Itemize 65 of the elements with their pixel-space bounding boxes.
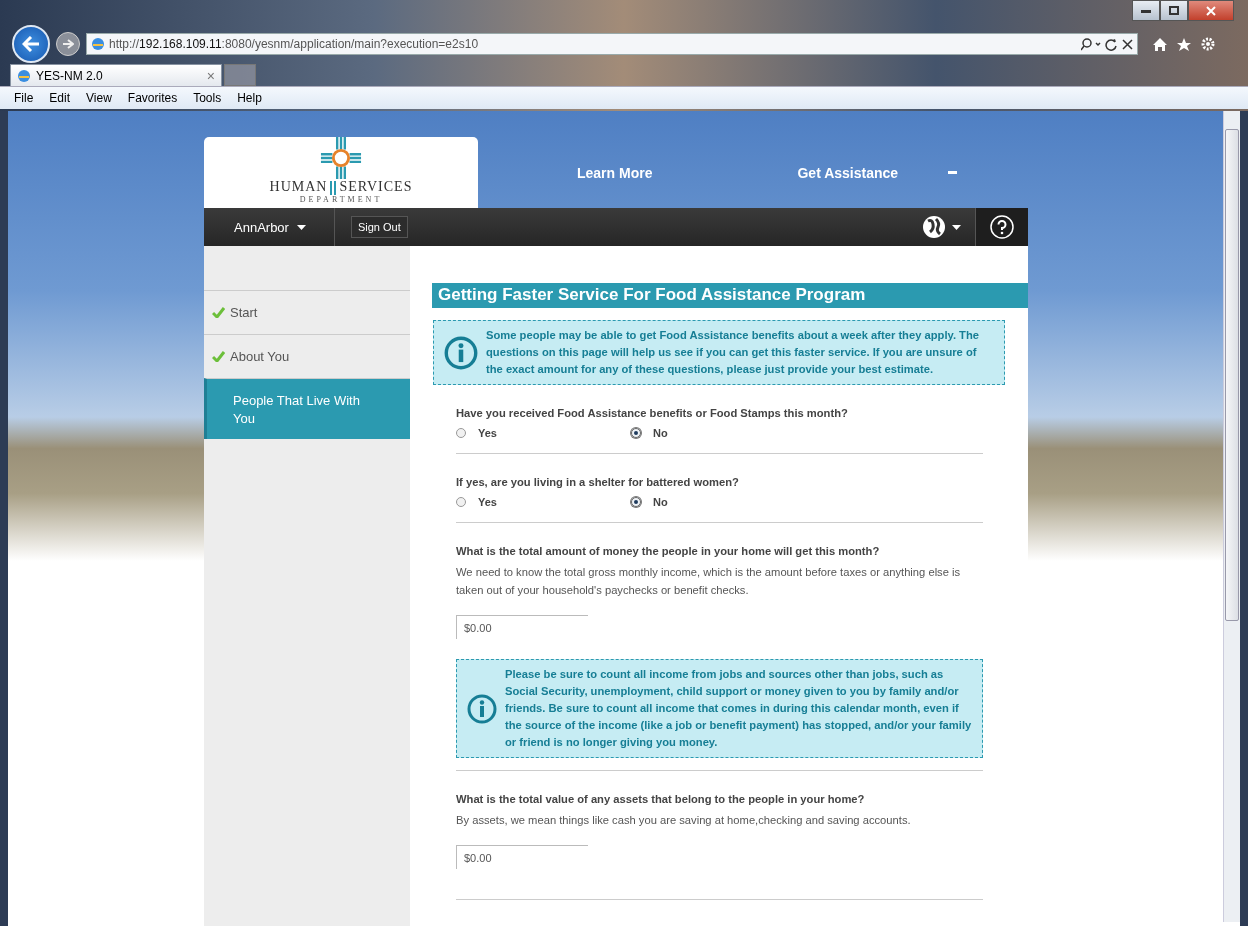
browser-tab[interactable]: YES-NM 2.0 × [10, 64, 222, 86]
caret-icon [296, 224, 306, 230]
logo-mark-icon [329, 181, 338, 195]
info-icon [444, 335, 478, 370]
star-icon[interactable] [1176, 36, 1192, 52]
menu-item[interactable]: Edit [49, 91, 71, 105]
radio-button[interactable] [456, 428, 466, 438]
menu-item[interactable]: File [14, 91, 34, 105]
question-description: By assets, we mean things like cash you are saving at home,checking and saving accounts. [456, 813, 912, 828]
tab-title: YES-NM 2.0 [36, 68, 104, 83]
close-icon [1206, 5, 1216, 16]
info-icon [467, 693, 497, 724]
amount-field[interactable]: $0.00 [456, 615, 588, 639]
minimize-button[interactable] [1132, 0, 1160, 21]
tab-close-button[interactable]: × [206, 67, 215, 84]
page-globe-icon [91, 37, 105, 51]
caret-icon [952, 224, 961, 230]
radio-label[interactable]: No [653, 496, 668, 508]
radio-label[interactable]: Yes [478, 427, 497, 439]
menu-item[interactable]: View [86, 91, 112, 105]
question-text: What is the total amount of money the people in your home will get this month? [456, 545, 881, 557]
forward-button[interactable] [56, 32, 80, 56]
menu-item[interactable]: Favorites [127, 91, 178, 105]
question-description: We need to know the total gross monthly income, which is the amount before taxes or anything else is taken out of your household's paychecks or benefit checks. [456, 565, 962, 598]
help-button[interactable] [975, 208, 1028, 246]
search-icon[interactable] [1081, 37, 1101, 51]
refresh-icon[interactable] [1105, 37, 1118, 51]
language-menu[interactable] [922, 215, 961, 239]
maximize-icon [1169, 6, 1179, 15]
forward-arrow-icon [62, 39, 74, 49]
logo-text: SERVICES [339, 179, 413, 195]
menu-item[interactable]: Tools [193, 91, 222, 105]
minimize-icon [1141, 8, 1151, 13]
help-icon [990, 215, 1014, 239]
settings-icon[interactable] [1200, 36, 1216, 52]
radio-label[interactable]: No [653, 427, 668, 439]
globe-icon [922, 215, 946, 239]
close-button[interactable] [1188, 0, 1234, 21]
maximize-button[interactable] [1160, 0, 1188, 21]
menu-item[interactable]: Help [237, 91, 262, 105]
scrollbar[interactable] [1223, 111, 1240, 922]
back-button[interactable] [12, 25, 50, 63]
user-menu[interactable]: AnnArbor [234, 219, 306, 235]
info-text: Some people may be able to get Food Assistance benefits about a week after they apply. The questions on this page will help us see if you can get this faster service. If you are unsure of the exact amount for any of these questions, please just provide your best estimate. [486, 328, 980, 377]
page-globe-icon [17, 68, 31, 83]
radio-label[interactable]: Yes [478, 496, 497, 508]
address-bar[interactable]: http://192.168.109.11:8080/yesnm/application/main?execution=e2s10 [86, 33, 1138, 55]
info-text: Please be sure to count all income from jobs and sources other than jobs, such as Social Security, unemployment, child support or money given to you by family and/or friends. Be sure to count all income that comes in during this calendar month, even if the source of the income (like a job or benefit payment) has stopped, and/or your family or friend is no longer giving you money. [505, 667, 973, 750]
address-url: http://192.168.109.11:8080/yesnm/application/main?execution=e2s10 [109, 37, 480, 51]
question-text: What is the total value of any assets that belong to the people in your home? [456, 793, 866, 805]
section-title: Getting Faster Service For Food Assistance Program [432, 283, 1028, 308]
back-arrow-icon [22, 36, 40, 52]
amount-field[interactable]: $0.00 [456, 845, 588, 869]
logo-subtitle: DEPARTMENT [299, 195, 383, 204]
home-icon[interactable] [1152, 36, 1168, 52]
scrollbar-thumb[interactable] [1225, 129, 1239, 621]
sign-out-button[interactable]: Sign Out [350, 216, 408, 238]
menu-dash-icon[interactable] [948, 171, 958, 174]
nav-link[interactable]: Learn More [577, 164, 653, 181]
question-text: If yes, are you living in a shelter for battered women? [456, 476, 740, 488]
stop-icon[interactable] [1122, 38, 1133, 50]
radio-button[interactable] [456, 497, 466, 507]
question-text: Have you received Food Assistance benefits or Food Stamps this month? [456, 407, 849, 419]
nav-link[interactable]: Get Assistance [797, 164, 899, 181]
logo-text: HUMAN [269, 179, 328, 195]
